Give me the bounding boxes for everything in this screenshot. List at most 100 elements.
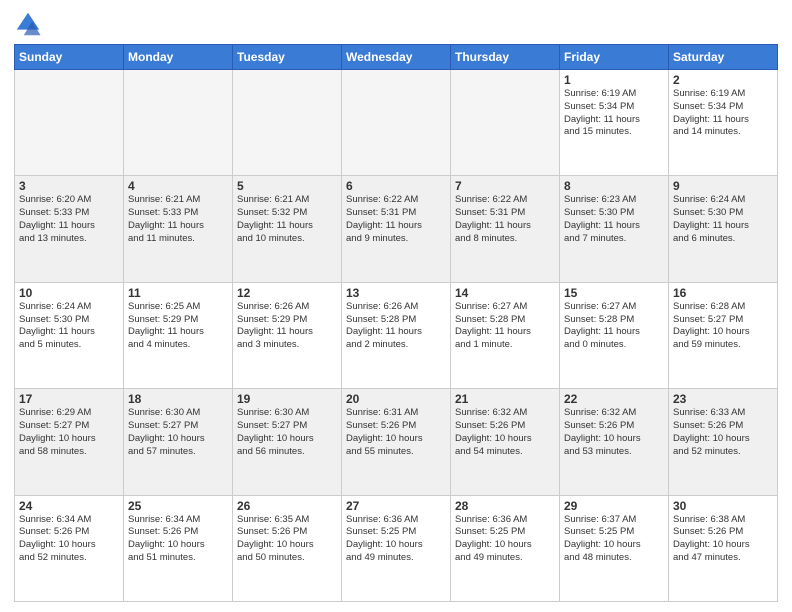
day-cell: 7Sunrise: 6:22 AM Sunset: 5:31 PM Daylig… bbox=[451, 176, 560, 282]
day-info: Sunrise: 6:32 AM Sunset: 5:26 PM Dayligh… bbox=[455, 407, 555, 458]
day-info: Sunrise: 6:34 AM Sunset: 5:26 PM Dayligh… bbox=[128, 514, 228, 565]
day-info: Sunrise: 6:19 AM Sunset: 5:34 PM Dayligh… bbox=[564, 88, 664, 139]
week-row-2: 3Sunrise: 6:20 AM Sunset: 5:33 PM Daylig… bbox=[15, 176, 778, 282]
day-info: Sunrise: 6:19 AM Sunset: 5:34 PM Dayligh… bbox=[673, 88, 773, 139]
day-number: 1 bbox=[564, 73, 664, 87]
day-number: 24 bbox=[19, 499, 119, 513]
day-cell bbox=[124, 70, 233, 176]
day-info: Sunrise: 6:35 AM Sunset: 5:26 PM Dayligh… bbox=[237, 514, 337, 565]
day-number: 19 bbox=[237, 392, 337, 406]
day-number: 13 bbox=[346, 286, 446, 300]
day-cell: 15Sunrise: 6:27 AM Sunset: 5:28 PM Dayli… bbox=[560, 282, 669, 388]
day-number: 3 bbox=[19, 179, 119, 193]
day-number: 15 bbox=[564, 286, 664, 300]
logo bbox=[14, 10, 46, 38]
day-cell: 13Sunrise: 6:26 AM Sunset: 5:28 PM Dayli… bbox=[342, 282, 451, 388]
day-info: Sunrise: 6:34 AM Sunset: 5:26 PM Dayligh… bbox=[19, 514, 119, 565]
day-number: 27 bbox=[346, 499, 446, 513]
day-info: Sunrise: 6:31 AM Sunset: 5:26 PM Dayligh… bbox=[346, 407, 446, 458]
day-cell: 12Sunrise: 6:26 AM Sunset: 5:29 PM Dayli… bbox=[233, 282, 342, 388]
day-number: 25 bbox=[128, 499, 228, 513]
day-number: 20 bbox=[346, 392, 446, 406]
col-header-saturday: Saturday bbox=[669, 45, 778, 70]
day-cell bbox=[451, 70, 560, 176]
day-cell: 8Sunrise: 6:23 AM Sunset: 5:30 PM Daylig… bbox=[560, 176, 669, 282]
day-cell: 17Sunrise: 6:29 AM Sunset: 5:27 PM Dayli… bbox=[15, 389, 124, 495]
week-row-4: 17Sunrise: 6:29 AM Sunset: 5:27 PM Dayli… bbox=[15, 389, 778, 495]
day-cell: 11Sunrise: 6:25 AM Sunset: 5:29 PM Dayli… bbox=[124, 282, 233, 388]
logo-icon bbox=[14, 10, 42, 38]
day-info: Sunrise: 6:24 AM Sunset: 5:30 PM Dayligh… bbox=[19, 301, 119, 352]
day-cell: 16Sunrise: 6:28 AM Sunset: 5:27 PM Dayli… bbox=[669, 282, 778, 388]
day-number: 28 bbox=[455, 499, 555, 513]
day-cell: 26Sunrise: 6:35 AM Sunset: 5:26 PM Dayli… bbox=[233, 495, 342, 601]
calendar-table: SundayMondayTuesdayWednesdayThursdayFrid… bbox=[14, 44, 778, 602]
day-info: Sunrise: 6:36 AM Sunset: 5:25 PM Dayligh… bbox=[455, 514, 555, 565]
day-cell: 21Sunrise: 6:32 AM Sunset: 5:26 PM Dayli… bbox=[451, 389, 560, 495]
day-cell: 10Sunrise: 6:24 AM Sunset: 5:30 PM Dayli… bbox=[15, 282, 124, 388]
day-cell: 24Sunrise: 6:34 AM Sunset: 5:26 PM Dayli… bbox=[15, 495, 124, 601]
day-info: Sunrise: 6:36 AM Sunset: 5:25 PM Dayligh… bbox=[346, 514, 446, 565]
day-number: 18 bbox=[128, 392, 228, 406]
day-cell: 27Sunrise: 6:36 AM Sunset: 5:25 PM Dayli… bbox=[342, 495, 451, 601]
day-cell: 28Sunrise: 6:36 AM Sunset: 5:25 PM Dayli… bbox=[451, 495, 560, 601]
day-cell bbox=[342, 70, 451, 176]
day-cell: 22Sunrise: 6:32 AM Sunset: 5:26 PM Dayli… bbox=[560, 389, 669, 495]
day-cell: 9Sunrise: 6:24 AM Sunset: 5:30 PM Daylig… bbox=[669, 176, 778, 282]
day-info: Sunrise: 6:26 AM Sunset: 5:29 PM Dayligh… bbox=[237, 301, 337, 352]
day-info: Sunrise: 6:22 AM Sunset: 5:31 PM Dayligh… bbox=[346, 194, 446, 245]
day-number: 5 bbox=[237, 179, 337, 193]
day-info: Sunrise: 6:21 AM Sunset: 5:33 PM Dayligh… bbox=[128, 194, 228, 245]
day-number: 23 bbox=[673, 392, 773, 406]
day-cell: 2Sunrise: 6:19 AM Sunset: 5:34 PM Daylig… bbox=[669, 70, 778, 176]
day-cell: 19Sunrise: 6:30 AM Sunset: 5:27 PM Dayli… bbox=[233, 389, 342, 495]
day-info: Sunrise: 6:37 AM Sunset: 5:25 PM Dayligh… bbox=[564, 514, 664, 565]
week-row-3: 10Sunrise: 6:24 AM Sunset: 5:30 PM Dayli… bbox=[15, 282, 778, 388]
col-header-friday: Friday bbox=[560, 45, 669, 70]
day-number: 16 bbox=[673, 286, 773, 300]
day-cell bbox=[15, 70, 124, 176]
header-row: SundayMondayTuesdayWednesdayThursdayFrid… bbox=[15, 45, 778, 70]
day-number: 4 bbox=[128, 179, 228, 193]
day-cell: 1Sunrise: 6:19 AM Sunset: 5:34 PM Daylig… bbox=[560, 70, 669, 176]
day-info: Sunrise: 6:30 AM Sunset: 5:27 PM Dayligh… bbox=[128, 407, 228, 458]
day-number: 22 bbox=[564, 392, 664, 406]
day-info: Sunrise: 6:26 AM Sunset: 5:28 PM Dayligh… bbox=[346, 301, 446, 352]
day-number: 29 bbox=[564, 499, 664, 513]
day-cell: 30Sunrise: 6:38 AM Sunset: 5:26 PM Dayli… bbox=[669, 495, 778, 601]
day-info: Sunrise: 6:30 AM Sunset: 5:27 PM Dayligh… bbox=[237, 407, 337, 458]
day-number: 14 bbox=[455, 286, 555, 300]
day-number: 21 bbox=[455, 392, 555, 406]
day-cell: 25Sunrise: 6:34 AM Sunset: 5:26 PM Dayli… bbox=[124, 495, 233, 601]
week-row-1: 1Sunrise: 6:19 AM Sunset: 5:34 PM Daylig… bbox=[15, 70, 778, 176]
day-info: Sunrise: 6:25 AM Sunset: 5:29 PM Dayligh… bbox=[128, 301, 228, 352]
day-cell bbox=[233, 70, 342, 176]
day-info: Sunrise: 6:32 AM Sunset: 5:26 PM Dayligh… bbox=[564, 407, 664, 458]
day-info: Sunrise: 6:28 AM Sunset: 5:27 PM Dayligh… bbox=[673, 301, 773, 352]
day-info: Sunrise: 6:20 AM Sunset: 5:33 PM Dayligh… bbox=[19, 194, 119, 245]
day-info: Sunrise: 6:29 AM Sunset: 5:27 PM Dayligh… bbox=[19, 407, 119, 458]
day-cell: 5Sunrise: 6:21 AM Sunset: 5:32 PM Daylig… bbox=[233, 176, 342, 282]
week-row-5: 24Sunrise: 6:34 AM Sunset: 5:26 PM Dayli… bbox=[15, 495, 778, 601]
col-header-monday: Monday bbox=[124, 45, 233, 70]
day-cell: 6Sunrise: 6:22 AM Sunset: 5:31 PM Daylig… bbox=[342, 176, 451, 282]
col-header-thursday: Thursday bbox=[451, 45, 560, 70]
day-cell: 18Sunrise: 6:30 AM Sunset: 5:27 PM Dayli… bbox=[124, 389, 233, 495]
col-header-wednesday: Wednesday bbox=[342, 45, 451, 70]
page: SundayMondayTuesdayWednesdayThursdayFrid… bbox=[0, 0, 792, 612]
day-info: Sunrise: 6:21 AM Sunset: 5:32 PM Dayligh… bbox=[237, 194, 337, 245]
day-cell: 23Sunrise: 6:33 AM Sunset: 5:26 PM Dayli… bbox=[669, 389, 778, 495]
day-number: 30 bbox=[673, 499, 773, 513]
day-cell: 4Sunrise: 6:21 AM Sunset: 5:33 PM Daylig… bbox=[124, 176, 233, 282]
day-info: Sunrise: 6:33 AM Sunset: 5:26 PM Dayligh… bbox=[673, 407, 773, 458]
day-number: 17 bbox=[19, 392, 119, 406]
day-info: Sunrise: 6:27 AM Sunset: 5:28 PM Dayligh… bbox=[564, 301, 664, 352]
day-info: Sunrise: 6:38 AM Sunset: 5:26 PM Dayligh… bbox=[673, 514, 773, 565]
day-number: 10 bbox=[19, 286, 119, 300]
day-number: 2 bbox=[673, 73, 773, 87]
col-header-sunday: Sunday bbox=[15, 45, 124, 70]
day-info: Sunrise: 6:22 AM Sunset: 5:31 PM Dayligh… bbox=[455, 194, 555, 245]
header bbox=[14, 10, 778, 38]
day-number: 6 bbox=[346, 179, 446, 193]
day-cell: 3Sunrise: 6:20 AM Sunset: 5:33 PM Daylig… bbox=[15, 176, 124, 282]
